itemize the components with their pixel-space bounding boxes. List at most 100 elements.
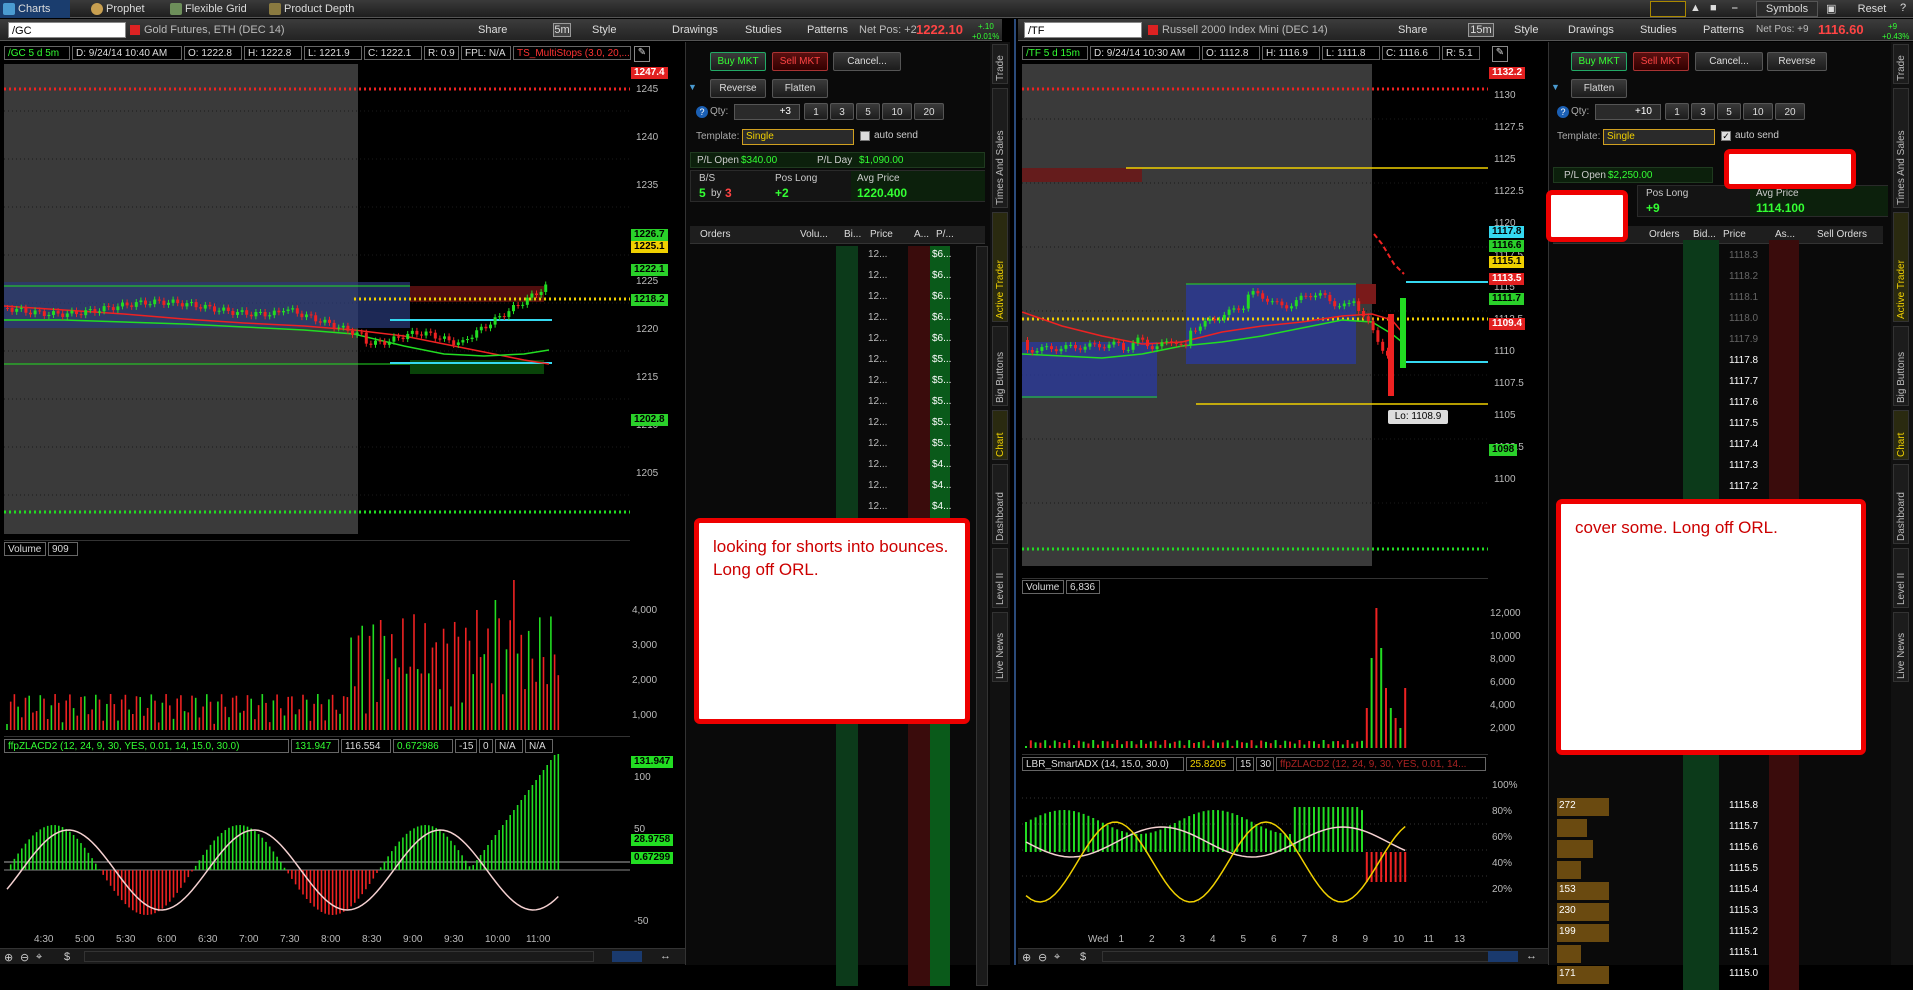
side-tab-live-news[interactable]: Live News (992, 612, 1008, 682)
right-qty-1[interactable]: 1 (1665, 103, 1689, 120)
right-drawings-button[interactable]: Drawings (1568, 22, 1614, 38)
symbols-button[interactable]: Symbols (1756, 1, 1818, 17)
right-horizontal-scrollbar[interactable] (1102, 951, 1502, 962)
left-studies-button[interactable]: Studies (745, 22, 782, 38)
zoom-in-icon[interactable]: ⊕ (4, 951, 16, 964)
reset-button[interactable]: Reset (1846, 1, 1898, 17)
side-tab-level-ii[interactable]: Level II (992, 548, 1008, 608)
left-template-select[interactable]: Single (742, 129, 854, 145)
left-qty-10[interactable]: 10 (882, 103, 912, 120)
side-tab-dashboard[interactable]: Dashboard (992, 464, 1008, 544)
crosshair-icon[interactable]: ⌖ (1054, 951, 1066, 963)
right-qty-3[interactable]: 3 (1691, 103, 1715, 120)
left-buy-mkt-button[interactable]: Buy MKT (710, 52, 766, 71)
side-tab-active-trader[interactable]: Active Trader (992, 212, 1008, 322)
side-tab-level-ii[interactable]: Level II (1893, 548, 1909, 608)
zoom-out-icon[interactable]: ⊖ (1038, 951, 1050, 964)
left-patterns-button[interactable]: Patterns (807, 22, 848, 38)
side-tab-dashboard[interactable]: Dashboard (1893, 464, 1909, 544)
right-qty-5[interactable]: 5 (1717, 103, 1741, 120)
help-icon[interactable]: ? (1557, 106, 1569, 118)
left-flatten-button[interactable]: Flatten (772, 79, 828, 98)
dollar-icon[interactable]: $ (1080, 951, 1092, 963)
left-qty-5[interactable]: 5 (856, 103, 880, 120)
candle-body (1246, 294, 1250, 309)
zoom-out-icon[interactable]: ⊖ (20, 951, 32, 964)
help-icon[interactable]: ? (696, 106, 708, 118)
top-toolbar: Charts Prophet Flexible Grid Product Dep… (0, 0, 1913, 18)
right-chart-settings-icon[interactable]: ✎ (1492, 46, 1508, 62)
tab-flexible-grid[interactable]: Flexible Grid (167, 0, 247, 18)
left-autosend-label: auto send (874, 130, 918, 141)
bell-icon[interactable]: ▲ (1690, 2, 1704, 16)
right-interval-button[interactable]: 15m (1468, 23, 1494, 37)
side-tab-active-trader[interactable]: Active Trader (1893, 212, 1909, 322)
left-qty-20[interactable]: 20 (914, 103, 944, 120)
left-scroll-thumb[interactable] (612, 951, 642, 962)
right-cancel-button[interactable]: Cancel... (1695, 52, 1763, 71)
side-tab-trade[interactable]: Trade (992, 44, 1008, 84)
help-icon[interactable]: ? (1900, 2, 1912, 16)
side-tab-chart[interactable]: Chart (1893, 410, 1909, 460)
crosshair-icon[interactable]: ⌖ (36, 951, 48, 963)
tab-prophet[interactable]: Prophet (88, 0, 145, 18)
left-oscillator-chart (4, 754, 630, 915)
zoom-in-icon[interactable]: ⊕ (1022, 951, 1034, 964)
side-tab-times-and-sales[interactable]: Times And Sales (992, 88, 1008, 208)
left-qty-3[interactable]: 3 (830, 103, 854, 120)
left-sell-mkt-button[interactable]: Sell MKT (772, 52, 828, 71)
volume-tick-label: 10,000 (1490, 631, 1521, 642)
side-tab-trade[interactable]: Trade (1893, 44, 1909, 84)
candle-body (351, 330, 354, 335)
left-chart-settings-icon[interactable]: ✎ (634, 46, 650, 62)
left-qty-1[interactable]: 1 (804, 103, 828, 120)
side-tab-big-buttons[interactable]: Big Buttons (992, 326, 1008, 406)
collapse-icon[interactable]: ▼ (1551, 82, 1561, 92)
right-qty-10[interactable]: 10 (1743, 103, 1773, 120)
side-tab-chart[interactable]: Chart (992, 410, 1008, 460)
left-interval-button[interactable]: 5m (553, 23, 571, 37)
left-horizontal-scrollbar[interactable] (84, 951, 594, 962)
price-tick-label: 1110 (1494, 346, 1515, 357)
left-reverse-button[interactable]: Reverse (710, 79, 766, 98)
tab-charts[interactable]: Charts (0, 0, 70, 18)
left-share-button[interactable]: Share (478, 22, 507, 38)
key-icon[interactable]: ⎯ (1732, 2, 1750, 16)
right-qty-20[interactable]: 20 (1775, 103, 1805, 120)
time-tick-label: 8:30 (362, 934, 382, 945)
right-patterns-button[interactable]: Patterns (1703, 22, 1744, 38)
right-reverse-button[interactable]: Reverse (1767, 52, 1827, 71)
right-share-button[interactable]: Share (1398, 22, 1427, 38)
right-scroll-thumb[interactable] (1488, 951, 1518, 962)
layout-icon[interactable] (1650, 1, 1686, 17)
left-cancel-button[interactable]: Cancel... (833, 52, 901, 71)
expand-icon[interactable]: ↔ (1526, 950, 1546, 962)
left-qty-input[interactable]: +3 (734, 104, 800, 120)
right-sell-mkt-button[interactable]: Sell MKT (1633, 52, 1689, 71)
expand-icon[interactable]: ↔ (660, 950, 680, 962)
left-drawings-button[interactable]: Drawings (672, 22, 718, 38)
left-symbol-input[interactable]: /GC (8, 22, 126, 38)
right-buy-mkt-button[interactable]: Buy MKT (1571, 52, 1627, 71)
right-volume-value: 6,836 (1066, 580, 1100, 594)
right-template-select[interactable]: Single (1603, 129, 1715, 145)
right-qty-input[interactable]: +10 (1595, 104, 1661, 120)
print-icon[interactable]: ▣ (1826, 2, 1840, 16)
dollar-icon[interactable]: $ (64, 951, 76, 963)
left-ladder-scrollbar[interactable] (976, 246, 988, 986)
tab-product-depth[interactable]: Product Depth (266, 0, 354, 18)
right-flatten-button[interactable]: Flatten (1571, 79, 1627, 98)
left-autosend-checkbox[interactable] (860, 131, 870, 141)
side-tab-times-and-sales[interactable]: Times And Sales (1893, 88, 1909, 208)
right-style-button[interactable]: Style (1514, 22, 1538, 38)
left-style-button[interactable]: Style (592, 22, 616, 38)
side-tab-big-buttons[interactable]: Big Buttons (1893, 326, 1909, 406)
volume-tick-label: 6,000 (1490, 677, 1516, 688)
chat-icon[interactable]: ■ (1710, 2, 1724, 16)
side-tab-live-news[interactable]: Live News (1893, 612, 1909, 682)
right-symbol-input[interactable]: /TF (1024, 22, 1142, 38)
right-studies-button[interactable]: Studies (1640, 22, 1677, 38)
price-tag: 1098 (1489, 444, 1518, 456)
collapse-icon[interactable]: ▼ (688, 82, 698, 92)
right-autosend-checkbox[interactable]: ✓ (1721, 131, 1731, 141)
